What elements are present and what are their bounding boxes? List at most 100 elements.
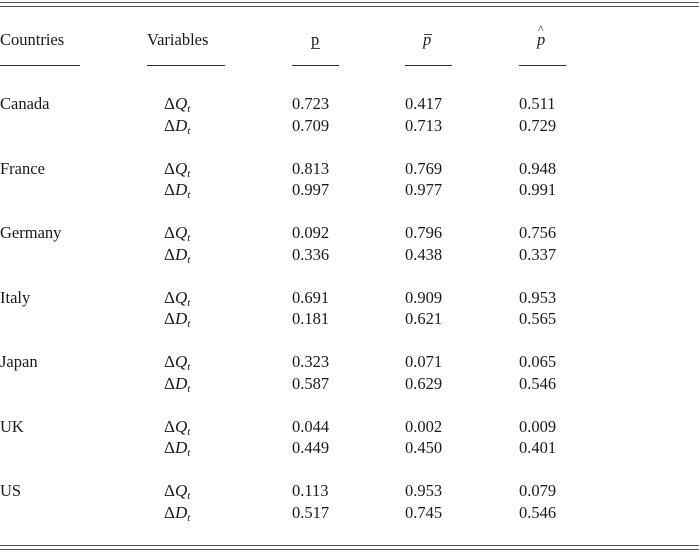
header-p-bar-underline [405, 65, 452, 66]
value-p-hat: 0.065 [519, 352, 557, 371]
variable-letter: D [174, 309, 188, 328]
value-p-lower: 0.997 [292, 180, 330, 199]
value-p-hat: 0.953 [519, 287, 557, 307]
delta-symbol: Δ [164, 352, 175, 371]
variable-delta-d: ΔDt [164, 502, 191, 527]
value-p-lower: 0.092 [292, 223, 330, 242]
value-p-lower: 0.813 [292, 158, 330, 178]
value-p-bar: 0.002 [405, 416, 443, 436]
value-p-lower: 0.691 [292, 287, 330, 307]
value-p-bar: 0.071 [405, 352, 443, 371]
value-p-lower: 0.181 [292, 309, 330, 328]
variable-letter: Q [174, 416, 188, 436]
value-p-bar: 0.953 [405, 481, 443, 500]
value-p-hat: 0.756 [519, 223, 557, 242]
country-name: Japan [0, 352, 38, 371]
value-p-lower: 0.723 [292, 94, 330, 113]
value-p-hat: 0.948 [519, 158, 557, 178]
value-p-lower: 0.113 [292, 481, 329, 500]
header-p-hat-underline [519, 65, 566, 66]
country-name: Canada [0, 94, 50, 113]
value-p-hat: 0.337 [519, 244, 557, 264]
hat-mark: ^ [538, 22, 544, 36]
variable-letter: D [174, 115, 188, 135]
value-p-hat: 0.546 [519, 502, 557, 522]
delta-symbol: Δ [164, 502, 175, 522]
variable-letter: Q [174, 352, 188, 371]
value-p-bar: 0.713 [405, 115, 443, 135]
value-p-bar: 0.796 [405, 223, 443, 242]
overbar-mark [424, 34, 432, 35]
value-p-hat: 0.729 [519, 115, 557, 135]
variable-letter: D [174, 244, 188, 264]
delta-symbol: Δ [164, 223, 175, 242]
variable-subscript: t [187, 447, 191, 459]
variable-delta-d: ΔDt [164, 181, 190, 204]
value-p-bar: 0.769 [405, 158, 443, 178]
delta-symbol: Δ [164, 244, 175, 264]
variable-letter: Q [174, 481, 188, 500]
header-p-lower: p [311, 31, 319, 49]
value-p-hat: 0.009 [519, 416, 557, 436]
value-p-bar: 0.909 [405, 287, 443, 307]
variable-letter: D [174, 373, 188, 393]
value-p-lower: 0.323 [292, 352, 330, 371]
bottom-rule-outer [0, 549, 699, 550]
variable-subscript: t [187, 253, 191, 266]
variable-subscript: t [187, 124, 191, 137]
variable-subscript: t [187, 361, 191, 373]
value-p-hat: 0.991 [519, 180, 557, 199]
variable-delta-d: ΔDt [164, 244, 191, 269]
variable-subscript: t [187, 296, 191, 309]
country-name: Germany [0, 223, 62, 242]
country-name: US [0, 481, 22, 500]
delta-symbol: Δ [164, 158, 175, 178]
variable-subscript: t [187, 318, 191, 330]
delta-symbol: Δ [164, 438, 175, 457]
underbar-mark [311, 48, 320, 49]
variable-delta-d: ΔDt [164, 373, 191, 398]
value-p-bar: 0.745 [405, 502, 443, 522]
delta-symbol: Δ [164, 115, 175, 135]
variable-subscript: t [187, 382, 191, 395]
delta-symbol: Δ [164, 309, 175, 328]
variable-subscript: t [187, 511, 191, 524]
value-p-bar: 0.438 [405, 244, 443, 264]
header-countries: Countries [0, 30, 65, 49]
value-p-lower: 0.709 [292, 115, 330, 135]
variable-letter: D [174, 180, 188, 199]
value-p-hat: 0.079 [519, 481, 557, 500]
top-rule-inner [0, 6, 699, 7]
variable-delta-d: ΔDt [164, 310, 190, 333]
header-variables-underline [147, 65, 225, 66]
variable-letter: D [174, 502, 188, 522]
variable-subscript: t [187, 167, 191, 180]
value-p-hat: 0.511 [519, 94, 556, 113]
variable-subscript: t [187, 103, 191, 115]
variable-delta-d: ΔDt [164, 115, 191, 140]
country-name: UK [0, 416, 24, 436]
header-p-bar-text: p [423, 30, 432, 49]
variable-letter: Q [174, 158, 188, 178]
variable-subscript: t [187, 490, 191, 502]
variable-delta-d: ΔDt [164, 439, 190, 462]
variable-subscript: t [187, 232, 191, 244]
variable-letter: Q [174, 287, 188, 307]
variable-subscript: t [187, 189, 191, 201]
variable-letter: Q [174, 223, 188, 242]
header-p-lower-text: p [311, 30, 320, 49]
bottom-rule-inner [0, 545, 699, 546]
value-p-bar: 0.450 [405, 438, 443, 457]
top-rule-outer [0, 2, 699, 3]
value-p-hat: 0.565 [519, 309, 557, 328]
header-p-lower-underline [292, 65, 339, 66]
country-name: Italy [0, 287, 31, 307]
delta-symbol: Δ [164, 180, 175, 199]
delta-symbol: Δ [164, 481, 175, 500]
value-p-bar: 0.621 [405, 309, 443, 328]
value-p-hat: 0.546 [519, 373, 557, 393]
value-p-bar: 0.629 [405, 373, 443, 393]
header-countries-underline [0, 65, 80, 66]
delta-symbol: Δ [164, 373, 175, 393]
variable-letter: D [174, 438, 188, 457]
